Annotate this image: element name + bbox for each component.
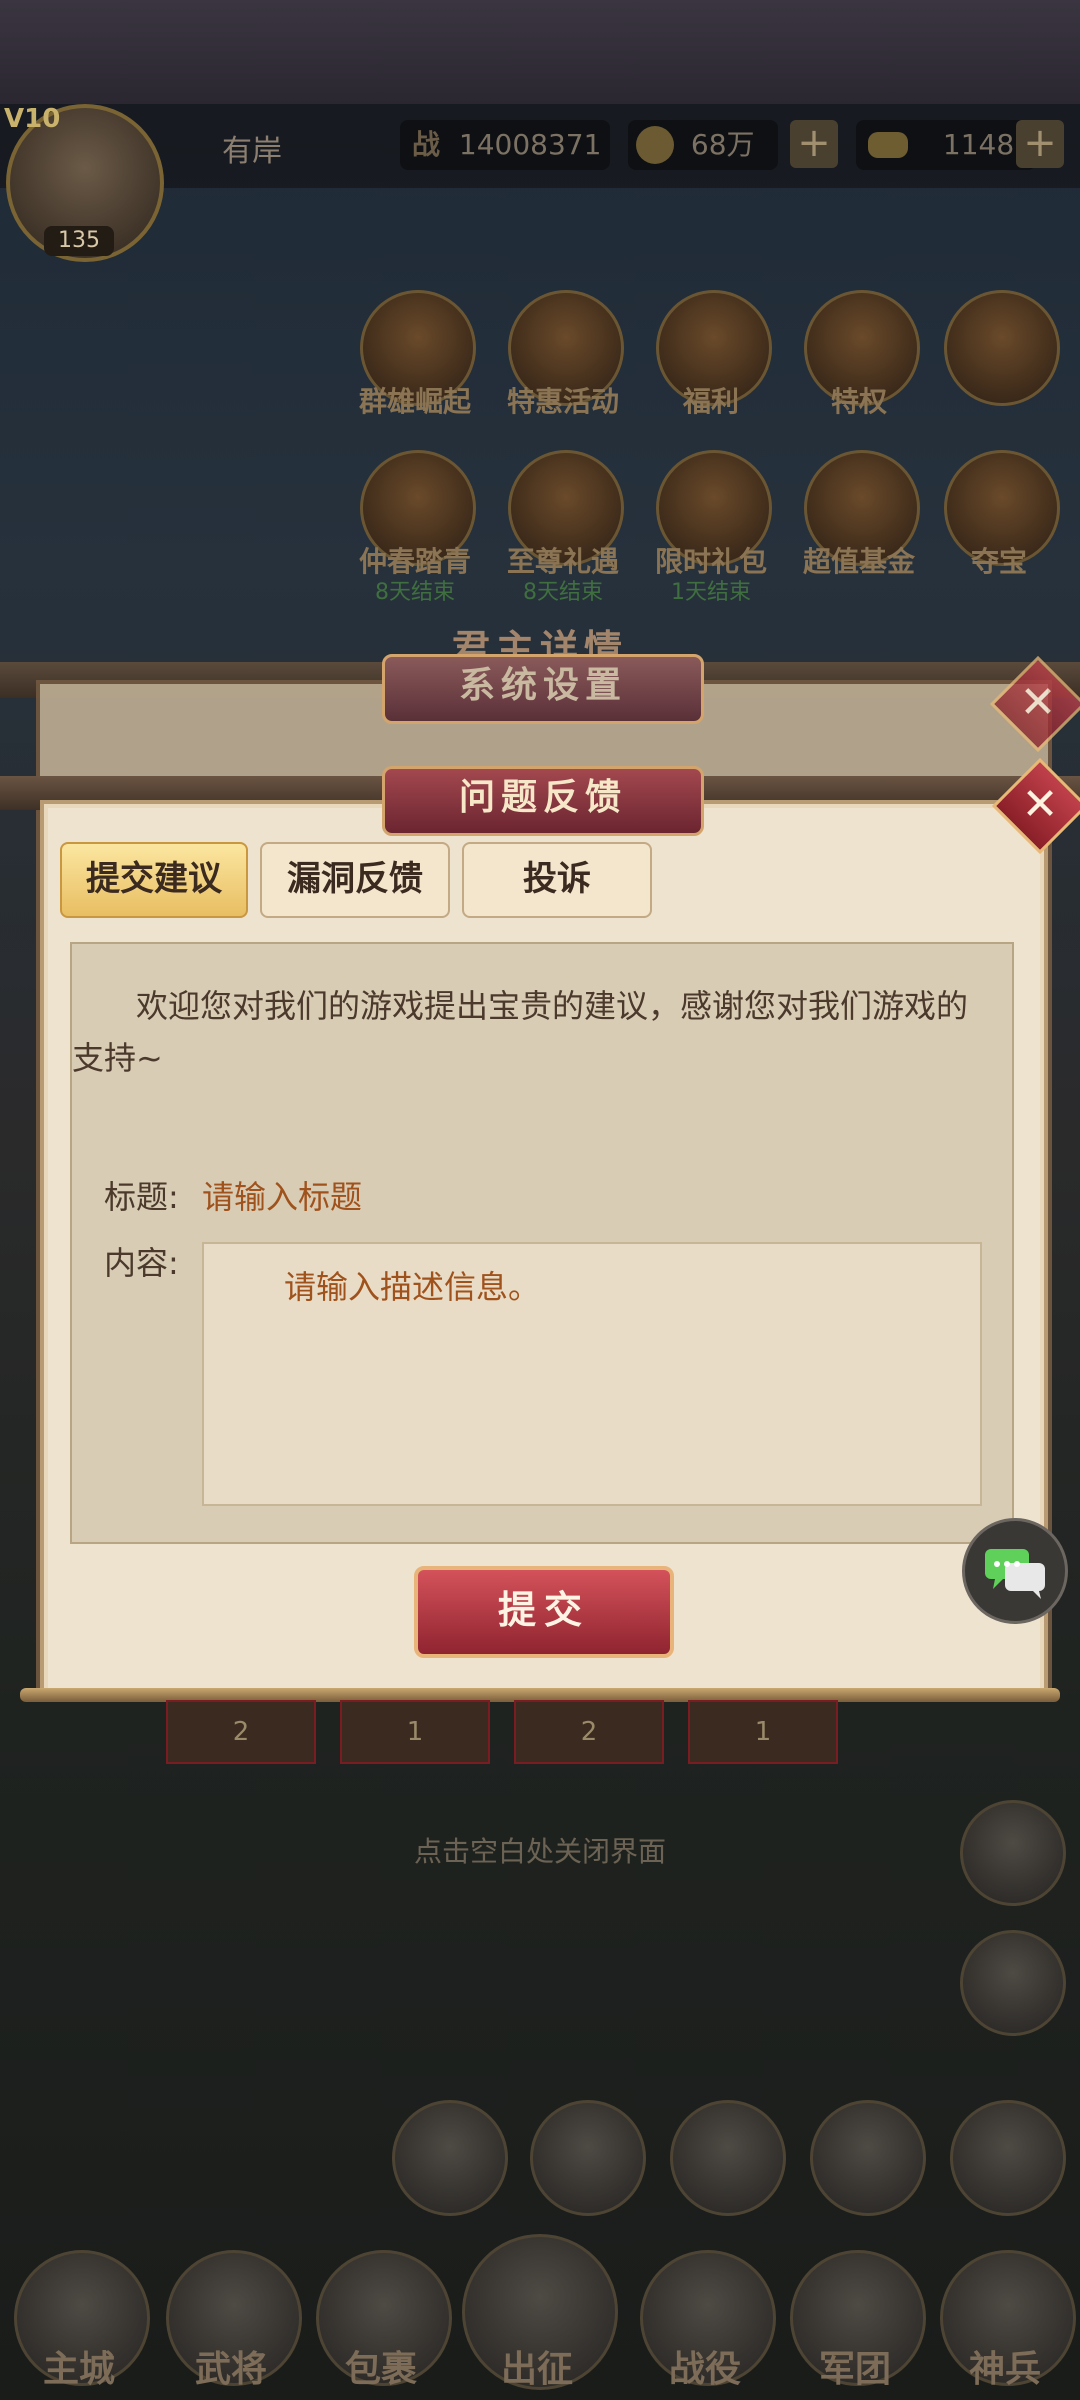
close-icon: ✕ (1019, 677, 1057, 728)
intro-line-2: 支持~ (72, 1039, 163, 1077)
hero-card[interactable]: 1 (340, 1700, 490, 1764)
ingot-display: 1148 (856, 120, 1036, 170)
nav-main-city[interactable]: 主城 (14, 2340, 144, 2392)
ingot-value: 1148 (942, 128, 1015, 161)
feedback-intro-text: 欢迎您对我们的游戏提出宝贵的建议，感谢您对我们游戏的 支持~ (72, 980, 992, 1084)
menu-icon[interactable] (950, 2100, 1066, 2216)
nav-generals[interactable]: 武将 (166, 2340, 296, 2392)
add-ingots-button[interactable]: + (1016, 120, 1064, 168)
player-name: 有岸 (222, 134, 282, 169)
system-settings-title: 系统设置 (382, 654, 704, 724)
submit-button[interactable]: 提交 (414, 1566, 674, 1658)
vip-level: V10 (4, 104, 61, 134)
hero-card[interactable]: 1 (688, 1700, 838, 1764)
shield-icon[interactable] (810, 2100, 926, 2216)
hero-card[interactable]: 2 (514, 1700, 664, 1764)
activity-label: 特权 (830, 385, 887, 418)
side-book-icon[interactable] (960, 1800, 1066, 1906)
mail-icon[interactable] (670, 2100, 786, 2216)
side-scroll-icon[interactable] (960, 1930, 1066, 2036)
activity-timer: 8天结束 (523, 580, 603, 605)
video-icon[interactable] (392, 2100, 508, 2216)
nav-expedition[interactable]: 出征 (472, 2340, 602, 2392)
nav-legion[interactable]: 军团 (790, 2340, 920, 2392)
activity-label: 超值基金 (802, 545, 915, 578)
coin-value: 68万 (690, 128, 755, 161)
add-coins-button[interactable]: + (790, 120, 838, 168)
coin-icon (636, 126, 674, 164)
activity-label: 群雄崛起 (358, 385, 471, 418)
activity-timer: 1天结束 (671, 580, 751, 605)
activity-label: 夺宝 (970, 545, 1027, 578)
power-value: 14008371 (458, 128, 602, 161)
feedback-title: 问题反馈 (382, 766, 704, 836)
close-hint: 点击空白处关闭界面 (413, 1835, 666, 1868)
nav-bag[interactable]: 包裹 (316, 2340, 446, 2392)
power-display: 战 14008371 (400, 120, 610, 170)
nav-campaign[interactable]: 战役 (640, 2340, 770, 2392)
flower-icon[interactable] (530, 2100, 646, 2216)
ingot-icon (868, 132, 908, 158)
power-icon: 战 (412, 128, 441, 161)
coin-display: 68万 (628, 120, 778, 170)
content-label: 内容: (104, 1244, 179, 1282)
intro-line-1: 欢迎您对我们的游戏提出宝贵的建议，感谢您对我们游戏的 (136, 987, 969, 1025)
status-bar-area (0, 0, 1080, 104)
close-icon: ✕ (1021, 779, 1059, 830)
chat-button[interactable] (962, 1518, 1068, 1624)
tab-complaint[interactable]: 投诉 (462, 842, 652, 918)
activity-label: 特惠活动 (506, 385, 619, 418)
content-placeholder: 请输入描述信息。 (284, 1268, 541, 1306)
tab-bug-report[interactable]: 漏洞反馈 (260, 842, 450, 918)
title-label: 标题: (104, 1178, 179, 1216)
chat-icon (985, 1549, 1045, 1599)
player-level: 135 (44, 226, 114, 256)
activity-timer: 8天结束 (375, 580, 455, 605)
tab-suggestion[interactable]: 提交建议 (60, 842, 248, 918)
activity-label: 福利 (682, 385, 739, 418)
collapse-icon[interactable] (944, 290, 1060, 406)
title-input[interactable]: 请输入标题 (202, 1172, 802, 1218)
nav-divine-weapon[interactable]: 神兵 (940, 2340, 1070, 2392)
hero-card[interactable]: 2 (166, 1700, 316, 1764)
